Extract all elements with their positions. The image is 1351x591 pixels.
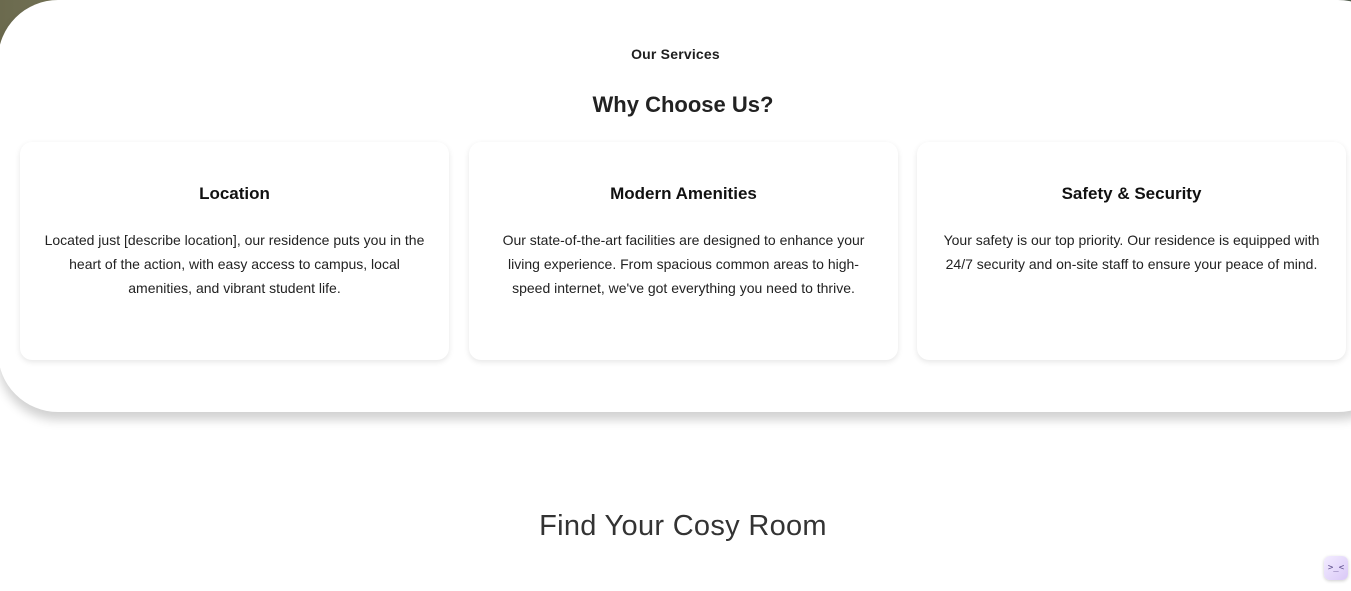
card-title: Modern Amenities bbox=[610, 184, 757, 203]
section-title: Why Choose Us? bbox=[592, 92, 774, 117]
service-card-security: Safety & Security Your safety is our top… bbox=[917, 142, 1346, 360]
rooms-section-title: Find Your Cosy Room bbox=[539, 510, 827, 542]
chat-icon: >_< bbox=[1327, 563, 1345, 573]
card-title: Safety & Security bbox=[1061, 184, 1202, 203]
card-text: Our state-of-the-art facilities are desi… bbox=[502, 232, 865, 296]
service-card-amenities: Modern Amenities Our state-of-the-art fa… bbox=[469, 142, 898, 360]
chat-widget-button[interactable]: >_< bbox=[1324, 556, 1348, 580]
card-text: Your safety is our top priority. Our res… bbox=[943, 232, 1320, 272]
section-kicker: Our Services bbox=[631, 46, 720, 62]
card-text: Located just [describe location], our re… bbox=[44, 232, 425, 296]
service-card-location: Location Located just [describe location… bbox=[20, 142, 449, 360]
card-title: Location bbox=[199, 184, 270, 203]
